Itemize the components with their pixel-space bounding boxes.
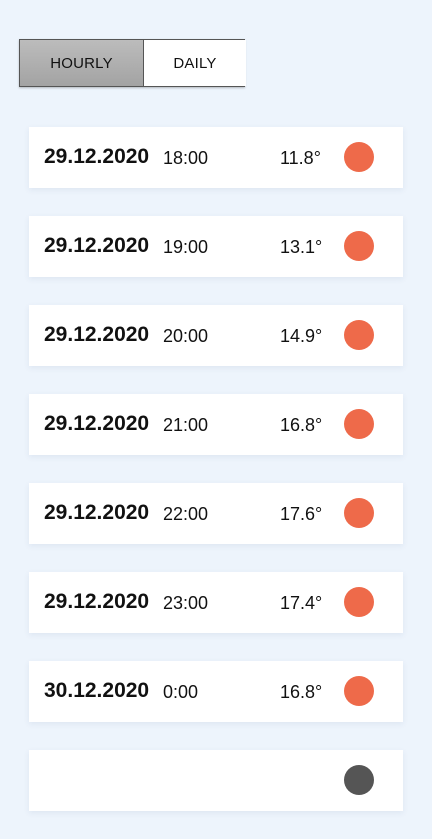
forecast-row[interactable]: 29.12.2020 21:00 16.8° (29, 394, 403, 455)
sun-dot-icon (344, 409, 374, 439)
forecast-row[interactable]: 30.12.2020 0:00 16.8° (29, 661, 403, 722)
forecast-date: 29.12.2020 (44, 145, 150, 168)
forecast-temperature: 17.4° (280, 593, 323, 613)
sun-dot-icon (344, 320, 374, 350)
forecast-temperature: 16.8° (280, 682, 323, 702)
forecast-time: 19:00 (163, 237, 209, 257)
sun-dot-icon (344, 676, 374, 706)
forecast-date: 29.12.2020 (44, 234, 150, 257)
forecast-list: 29.12.2020 18:00 11.8° 29.12.2020 19:00 … (29, 127, 403, 839)
forecast-temperature: 14.9° (280, 326, 323, 346)
forecast-row[interactable]: 29.12.2020 23:00 17.4° (29, 572, 403, 633)
forecast-row[interactable]: 29.12.2020 18:00 11.8° (29, 127, 403, 188)
forecast-temperature: 17.6° (280, 504, 323, 524)
forecast-date: 29.12.2020 (44, 590, 150, 613)
forecast-date: 29.12.2020 (44, 501, 150, 524)
forecast-row[interactable]: 29.12.2020 20:00 14.9° (29, 305, 403, 366)
forecast-temperature: 11.8° (280, 148, 321, 168)
forecast-time: 22:00 (163, 504, 209, 524)
forecast-date: 30.12.2020 (44, 679, 150, 702)
sun-dot-icon (344, 142, 374, 172)
sun-dot-icon (344, 231, 374, 261)
forecast-time: 20:00 (163, 326, 209, 346)
forecast-time: 18:00 (163, 148, 209, 168)
view-toggle: HOURLY DAILY (19, 39, 246, 87)
daily-tab[interactable]: DAILY (144, 40, 246, 86)
moon-dot-icon (344, 765, 374, 795)
forecast-time: 0:00 (163, 682, 199, 702)
forecast-temperature: 16.8° (280, 415, 323, 435)
hourly-tab[interactable]: HOURLY (20, 40, 144, 86)
forecast-time: 21:00 (163, 415, 209, 435)
forecast-date: 29.12.2020 (44, 412, 150, 435)
forecast-time: 23:00 (163, 593, 209, 613)
forecast-row[interactable]: 29.12.2020 19:00 13.1° (29, 216, 403, 277)
forecast-temperature: 13.1° (280, 237, 323, 257)
forecast-row[interactable]: 29.12.2020 22:00 17.6° (29, 483, 403, 544)
sun-dot-icon (344, 587, 374, 617)
forecast-row[interactable] (29, 750, 403, 811)
sun-dot-icon (344, 498, 374, 528)
forecast-date: 29.12.2020 (44, 323, 150, 346)
